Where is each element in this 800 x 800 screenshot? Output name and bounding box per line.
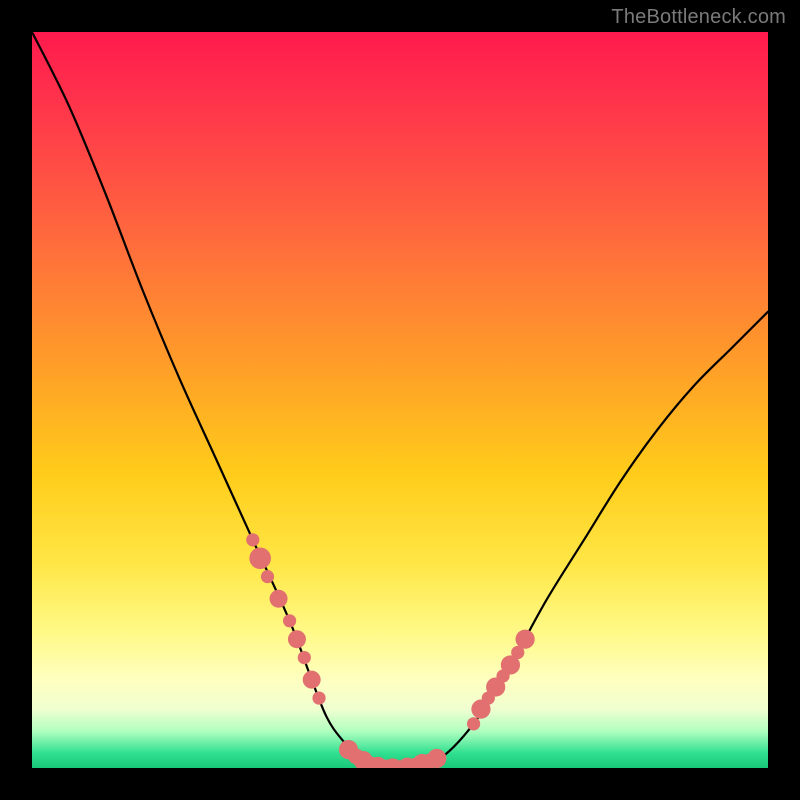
- highlight-point: [270, 590, 288, 608]
- curve-layer: [32, 32, 768, 768]
- highlight-point: [427, 749, 446, 768]
- chart-frame: TheBottleneck.com: [0, 0, 800, 800]
- highlight-point: [516, 630, 535, 649]
- highlight-point: [298, 651, 311, 664]
- highlight-point: [249, 547, 271, 569]
- highlight-points: [246, 533, 535, 768]
- highlight-point: [288, 630, 306, 648]
- highlight-point: [467, 717, 480, 730]
- plot-area: [32, 32, 768, 768]
- watermark-text: TheBottleneck.com: [611, 6, 786, 29]
- highlight-point: [283, 614, 296, 627]
- highlight-point: [303, 671, 321, 689]
- highlight-point: [261, 570, 274, 583]
- bottleneck-curve: [32, 32, 768, 768]
- highlight-point: [312, 691, 325, 704]
- highlight-point: [246, 533, 259, 546]
